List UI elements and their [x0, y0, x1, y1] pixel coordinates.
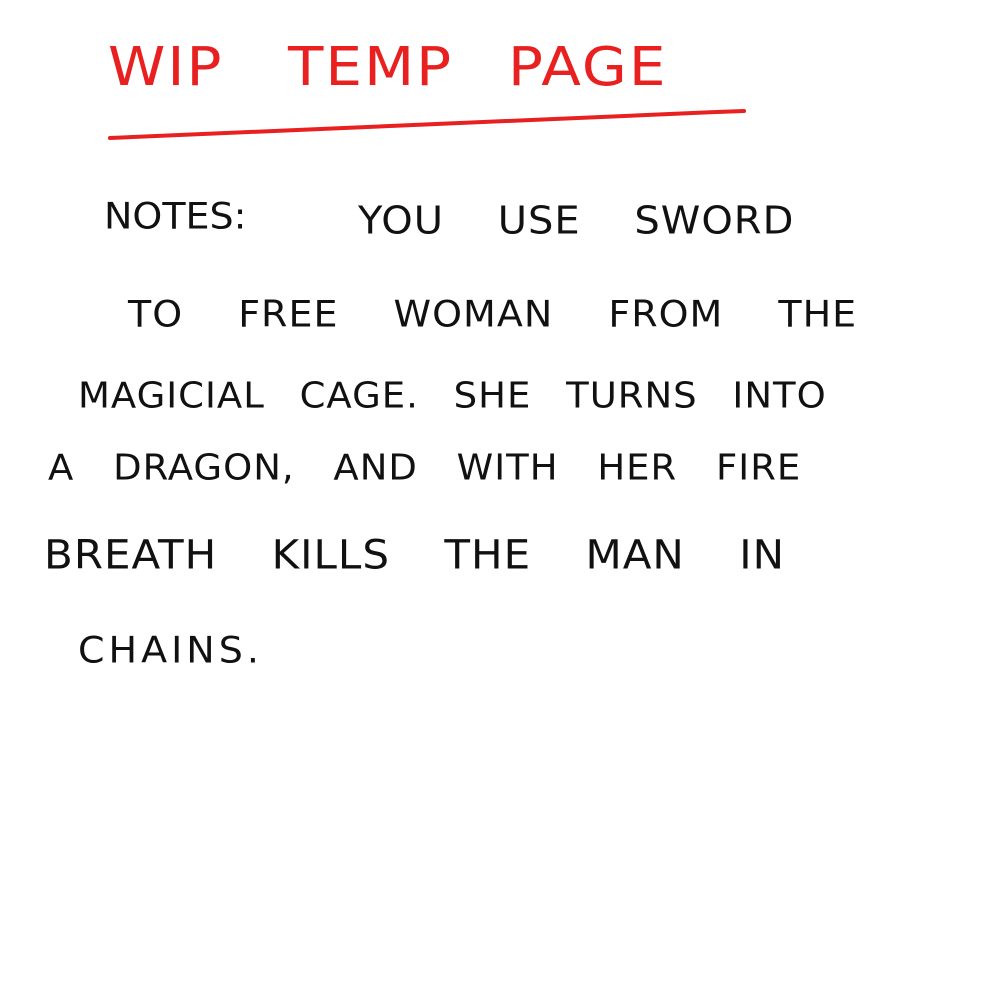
title-word-wip: WIP: [108, 35, 224, 98]
note-line-1: YOU USE SWORD: [358, 199, 795, 243]
note-line-6: CHAINS.: [78, 629, 263, 671]
note-line-2: TO FREE WOMAN FROM THE: [128, 293, 858, 335]
note-line-5: BREATH KILLS THE MAN IN: [44, 531, 785, 578]
note-line-4: A DRAGON, AND WITH HER FIRE: [48, 447, 802, 488]
title-word-page: PAGE: [508, 35, 668, 98]
title-underline-stroke: [108, 109, 746, 140]
note-line-3: MAGICIAL CAGE. SHE TURNS INTO: [78, 375, 827, 416]
wip-page: WIP TEMP PAGE NOTES: YOU USE SWORD TO FR…: [0, 0, 1000, 1000]
title-word-temp: TEMP: [288, 35, 454, 98]
title-underline: [108, 109, 746, 140]
notes-label: NOTES:: [104, 195, 247, 237]
